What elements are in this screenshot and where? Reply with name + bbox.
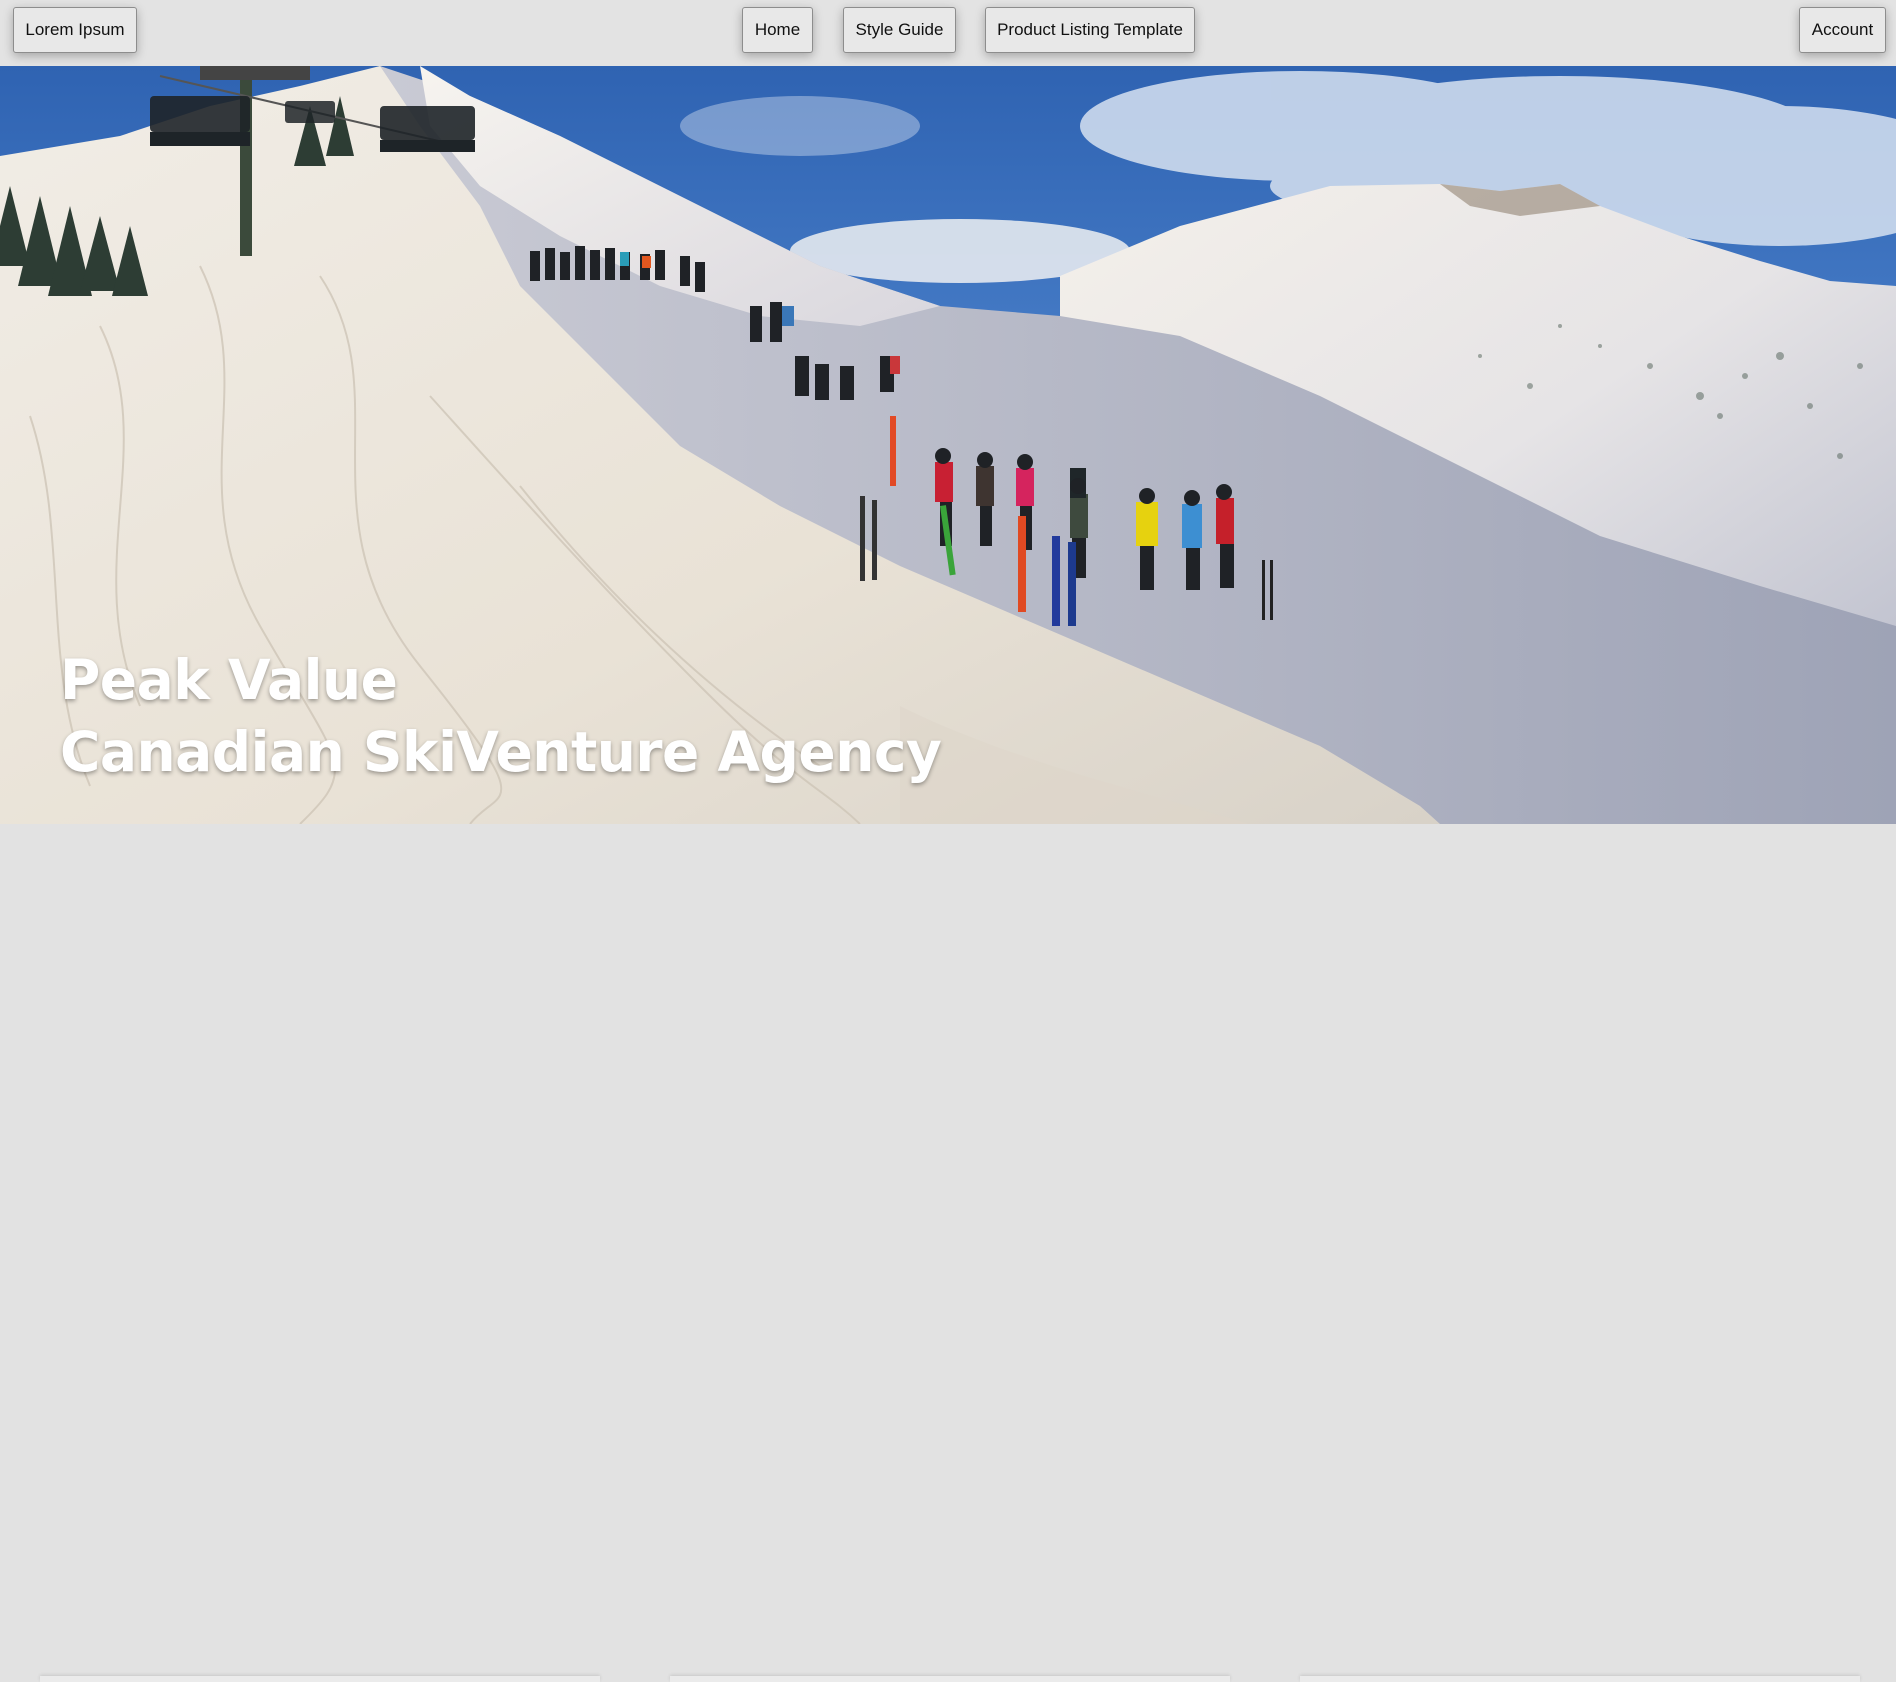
account-button[interactable]: Account xyxy=(1799,7,1886,53)
hero-title: Peak Value Canadian SkiVenture Agency xyxy=(60,644,942,788)
top-navigation-bar: Lorem Ipsum Home Style Guide Product Lis… xyxy=(0,0,1896,66)
content-card-edge xyxy=(670,1676,1230,1682)
hero-title-line-1: Peak Value xyxy=(60,648,398,712)
hero-title-line-2: Canadian SkiVenture Agency xyxy=(60,720,942,784)
home-button[interactable]: Home xyxy=(742,7,813,53)
hero-banner: Peak Value Canadian SkiVenture Agency xyxy=(0,66,1896,824)
content-area-top xyxy=(0,824,1896,1682)
brand-button[interactable]: Lorem Ipsum xyxy=(13,7,137,53)
content-card-edge xyxy=(40,1676,600,1682)
content-card-edge xyxy=(1300,1676,1860,1682)
product-listing-template-button[interactable]: Product Listing Template xyxy=(985,7,1195,53)
style-guide-button[interactable]: Style Guide xyxy=(843,7,956,53)
